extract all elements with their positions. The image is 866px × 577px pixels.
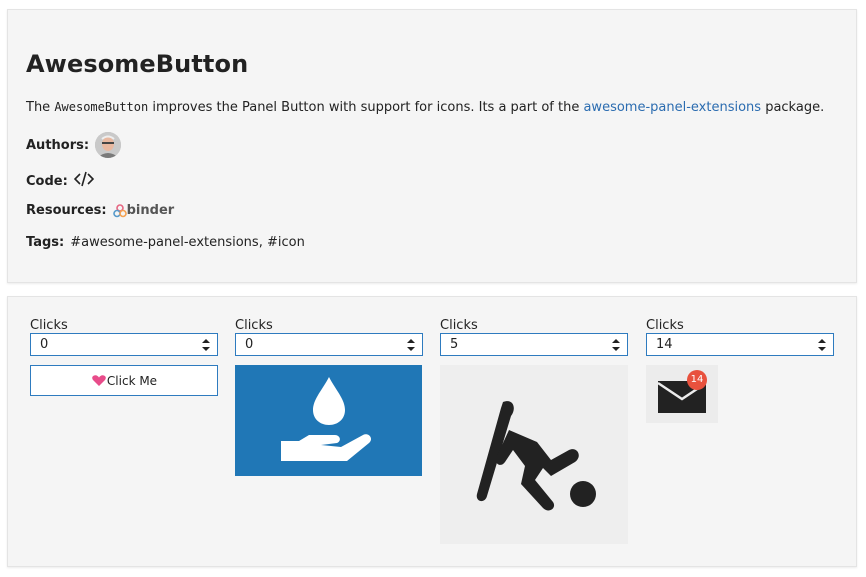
resources-label: Resources: [26, 203, 107, 218]
clicks-value: 0 [245, 337, 254, 352]
tags-label: Tags: [26, 235, 65, 250]
description: The AwesomeButton improves the Panel But… [26, 100, 824, 115]
clicks-value: 0 [40, 337, 49, 352]
package-link[interactable]: awesome-panel-extensions [583, 100, 761, 115]
clicks-value: 14 [656, 337, 673, 352]
clicks-input[interactable]: 14 [646, 333, 834, 356]
code-row: Code: [26, 171, 94, 191]
mail-button[interactable]: 14 [646, 365, 718, 423]
clicks-label: Clicks [440, 318, 478, 333]
widget-column-3: Clicks 5 [440, 319, 628, 544]
snowboarding-button[interactable] [440, 365, 628, 544]
clicks-input[interactable]: 0 [30, 333, 218, 356]
author-avatar[interactable] [95, 132, 122, 158]
info-card: AwesomeButton The AwesomeButton improves… [7, 9, 857, 283]
clicks-value: 5 [450, 337, 459, 352]
spinner-arrows-icon[interactable] [818, 338, 826, 352]
binder-text: binder [126, 203, 175, 218]
clicks-label: Clicks [235, 318, 273, 333]
hand-holding-water-icon [280, 376, 371, 461]
description-post: package. [761, 100, 825, 115]
spinner-arrows-icon[interactable] [612, 338, 620, 352]
heart-hand-icon [92, 374, 106, 386]
binder-badge[interactable]: binder [112, 203, 175, 218]
description-mid: improves the Panel Button with support f… [148, 100, 584, 115]
clicks-label: Clicks [646, 318, 684, 333]
authors-row: Authors: [26, 132, 122, 158]
resources-row: Resources: binder [26, 203, 174, 218]
page-title: AwesomeButton [26, 50, 249, 78]
code-icon[interactable] [73, 171, 94, 191]
tags-row: Tags: #awesome-panel-extensions, #icon [26, 235, 305, 250]
tags-value: #awesome-panel-extensions, #icon [70, 235, 305, 250]
spinner-arrows-icon[interactable] [202, 338, 210, 352]
clicks-label: Clicks [30, 318, 68, 333]
click-me-button[interactable]: Click Me [30, 365, 218, 396]
binder-logo-icon [112, 203, 127, 217]
spinner-arrows-icon[interactable] [407, 338, 415, 352]
clicks-input[interactable]: 0 [235, 333, 423, 356]
click-me-label: Click Me [106, 373, 158, 388]
widget-column-2: Clicks 0 [235, 319, 423, 476]
demo-card: Clicks 0 Click Me Clicks 0 Clicks 5 Clic… [7, 296, 857, 567]
authors-label: Authors: [26, 137, 90, 153]
snowboarding-icon [476, 400, 596, 510]
description-code: AwesomeButton [54, 100, 149, 114]
hand-water-button[interactable] [235, 365, 422, 476]
widget-column-1: Clicks 0 Click Me [30, 319, 218, 396]
notification-badge: 14 [687, 370, 707, 390]
description-pre: The [26, 100, 55, 115]
widget-column-4: Clicks 14 14 [646, 319, 834, 423]
code-label: Code: [26, 173, 68, 189]
clicks-input[interactable]: 5 [440, 333, 628, 356]
